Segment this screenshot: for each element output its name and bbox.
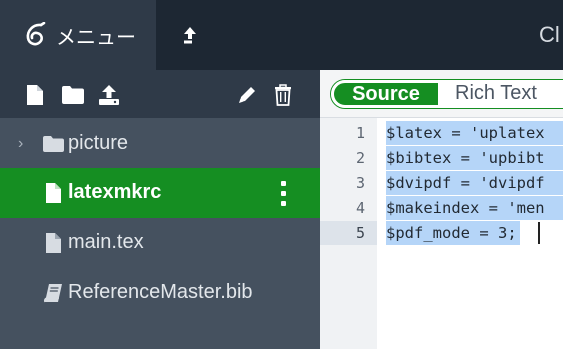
new-file-button[interactable] xyxy=(22,82,48,108)
tree-item-label: main.tex xyxy=(68,231,144,253)
line-number-gutter: 1 2 3 4 5 xyxy=(320,118,377,349)
tree-item-latexmkrc[interactable]: latexmkrc xyxy=(0,168,320,218)
line-number: 3 xyxy=(355,174,365,192)
chevron-right-icon[interactable]: › xyxy=(18,135,23,153)
line-number-current: 5 xyxy=(320,221,377,245)
pencil-icon xyxy=(239,87,255,103)
more-options-icon[interactable] xyxy=(272,178,294,208)
arrow-upload-icon xyxy=(184,27,196,44)
file-icon xyxy=(46,183,61,203)
text-cursor xyxy=(538,222,540,244)
new-file-icon xyxy=(27,85,43,105)
tree-item-label: picture xyxy=(68,132,129,154)
file-tree: › picture latexmkrc main.tex ReferenceMa… xyxy=(0,118,320,349)
rename-button[interactable] xyxy=(234,82,260,108)
new-folder-icon xyxy=(62,86,84,104)
menu-label: メニュー xyxy=(56,26,136,49)
line-number: 4 xyxy=(355,199,365,217)
source-mode-button[interactable]: Source xyxy=(331,80,441,108)
line-number: 1 xyxy=(355,124,365,142)
folder-icon xyxy=(43,136,64,152)
tree-item-reference-master-bib[interactable]: ReferenceMaster.bib xyxy=(0,268,320,318)
code-line[interactable]: $pdf_mode = 3; xyxy=(386,221,520,245)
new-folder-button[interactable] xyxy=(60,82,86,108)
upload-button[interactable] xyxy=(176,19,204,51)
trash-icon xyxy=(275,84,291,106)
tree-item-main-tex[interactable]: main.tex xyxy=(0,218,320,268)
top-bar: メニュー Cl xyxy=(0,0,563,70)
upload-icon xyxy=(99,85,119,105)
delete-button[interactable] xyxy=(270,82,296,108)
code-editor[interactable]: 1 2 3 4 5 $latex = 'uplatex $bibtex = 'u… xyxy=(320,118,563,349)
tree-item-picture[interactable]: › picture xyxy=(0,119,320,169)
tree-item-label: ReferenceMaster.bib xyxy=(68,281,253,303)
overleaf-leaf-icon xyxy=(26,22,46,46)
code-line[interactable]: $bibtex = 'upbibt xyxy=(386,146,563,170)
file-sidebar: › picture latexmkrc main.tex ReferenceMa… xyxy=(0,70,320,349)
rich-text-mode-button[interactable]: Rich Text xyxy=(455,82,537,105)
code-line[interactable]: $makeindex = 'men xyxy=(386,196,563,220)
editor-header: Source Rich Text xyxy=(320,70,563,118)
upload-files-button[interactable] xyxy=(96,82,122,108)
line-number: 2 xyxy=(355,149,365,167)
project-title: Cl xyxy=(539,22,560,47)
file-icon xyxy=(46,233,61,253)
editor-mode-toggle: Source Rich Text xyxy=(330,79,563,109)
book-icon xyxy=(43,284,62,303)
code-line[interactable]: $dvipdf = 'dvipdf xyxy=(386,171,563,195)
tree-item-label: latexmkrc xyxy=(68,181,162,203)
menu-button[interactable]: メニュー xyxy=(0,0,156,70)
file-toolbar xyxy=(0,70,320,118)
code-line[interactable]: $latex = 'uplatex xyxy=(386,121,563,145)
